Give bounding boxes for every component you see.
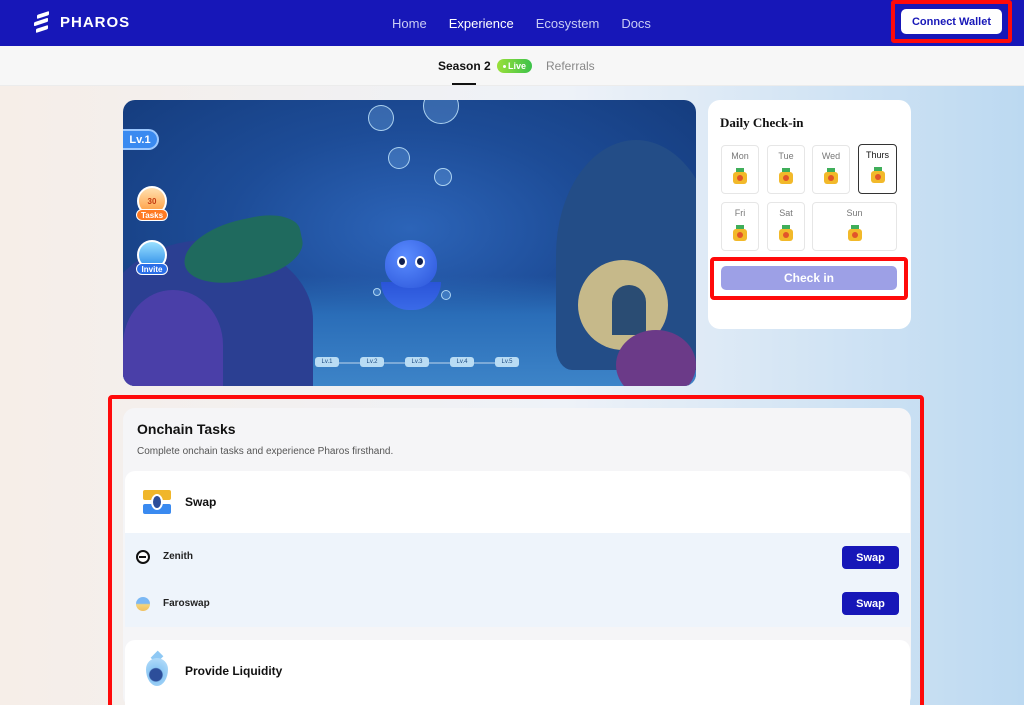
tasks-label: Tasks — [136, 209, 168, 221]
octopus-eye — [397, 256, 407, 268]
check-in-button[interactable]: Check in — [721, 266, 897, 290]
bubble — [423, 100, 459, 124]
checkin-day-sat: Sat — [767, 202, 805, 251]
pharos-logo-icon — [34, 11, 50, 33]
nav-home[interactable]: Home — [392, 16, 427, 31]
level-progress-track: Lv.1 Lv.2 Lv.3 Lv.4 Lv.5 — [315, 357, 521, 367]
season-tabs: Season 2 Live Referrals — [0, 46, 1024, 86]
checkin-day-wed: Wed — [812, 145, 850, 194]
tasks-button[interactable]: 30 Tasks — [136, 186, 168, 221]
active-tab-indicator — [452, 83, 476, 85]
medal-icon — [779, 225, 793, 241]
invite-label: Invite — [136, 263, 168, 275]
level-badge: Lv.1 — [123, 129, 159, 150]
checkin-day-tue: Tue — [767, 145, 805, 194]
swap-icon — [141, 486, 173, 518]
day-label: Sat — [779, 208, 793, 218]
octopus-mascot[interactable] — [385, 240, 437, 288]
brand-logo[interactable]: PHAROS — [34, 11, 131, 33]
bubble — [388, 147, 410, 169]
provider-name-zenith: Zenith — [163, 551, 193, 562]
medal-icon — [824, 168, 838, 184]
zenith-icon — [136, 550, 150, 564]
zenith-swap-button[interactable]: Swap — [842, 546, 899, 569]
day-label: Sun — [846, 208, 863, 218]
day-label: Thurs — [865, 150, 889, 160]
checkin-title: Daily Check-in — [720, 115, 804, 130]
game-scene[interactable]: Lv.1 30 Tasks Invite Lv.1 Lv.2 Lv.3 Lv.4… — [123, 100, 696, 386]
medal-icon — [733, 225, 747, 241]
day-label: Tue — [778, 151, 794, 161]
provide-liquidity-title: Provide Liquidity — [185, 664, 283, 678]
bubble — [441, 290, 451, 300]
medal-icon — [870, 167, 885, 183]
live-badge: Live — [497, 59, 532, 73]
swap-task-card[interactable] — [125, 471, 910, 533]
level-marker: Lv.2 — [360, 357, 384, 367]
checkin-day-sun: Sun — [812, 202, 897, 251]
connect-wallet-button[interactable]: Connect Wallet — [901, 9, 1002, 34]
top-navbar: PHAROS Home Experience Ecosystem Docs — [0, 0, 1024, 46]
nav-ecosystem[interactable]: Ecosystem — [536, 16, 600, 31]
day-label: Mon — [731, 151, 749, 161]
invite-button[interactable]: Invite — [136, 240, 168, 275]
bubble — [434, 168, 452, 186]
day-label: Wed — [821, 151, 841, 161]
octopus-eye — [415, 256, 425, 268]
medal-icon — [779, 168, 793, 184]
tasks-count: 30 — [147, 196, 157, 206]
onchain-tasks-title: Onchain Tasks — [137, 421, 236, 437]
liquidity-drop-icon — [144, 650, 170, 688]
nav-docs[interactable]: Docs — [621, 16, 651, 31]
medal-icon — [847, 225, 862, 241]
day-label: Fri — [734, 208, 746, 218]
level-marker: Lv.3 — [405, 357, 429, 367]
main-nav: Home Experience Ecosystem Docs — [392, 0, 651, 46]
checkin-day-thurs: Thurs — [858, 144, 897, 194]
swap-task-title: Swap — [185, 495, 217, 509]
bubble — [373, 288, 381, 296]
shell-house-door — [612, 285, 646, 335]
nav-experience[interactable]: Experience — [449, 16, 514, 31]
tab-referrals[interactable]: Referrals — [546, 59, 595, 73]
level-marker: Lv.5 — [495, 357, 519, 367]
checkin-day-fri: Fri — [721, 202, 759, 251]
live-badge-label: Live — [507, 61, 526, 71]
bubble — [368, 105, 394, 131]
checkin-day-mon: Mon — [721, 145, 759, 194]
faroswap-icon — [136, 597, 150, 611]
live-dot-icon — [502, 64, 506, 68]
onchain-tasks-subtitle: Complete onchain tasks and experience Ph… — [137, 446, 394, 457]
tab-season-2[interactable]: Season 2 — [438, 59, 491, 73]
level-marker: Lv.4 — [450, 357, 474, 367]
medal-icon — [733, 168, 747, 184]
faroswap-swap-button[interactable]: Swap — [842, 592, 899, 615]
provider-name-faroswap: Faroswap — [163, 598, 210, 609]
swap-provider-list — [125, 533, 910, 627]
level-marker: Lv.1 — [315, 357, 339, 367]
brand-name: PHAROS — [60, 13, 131, 31]
